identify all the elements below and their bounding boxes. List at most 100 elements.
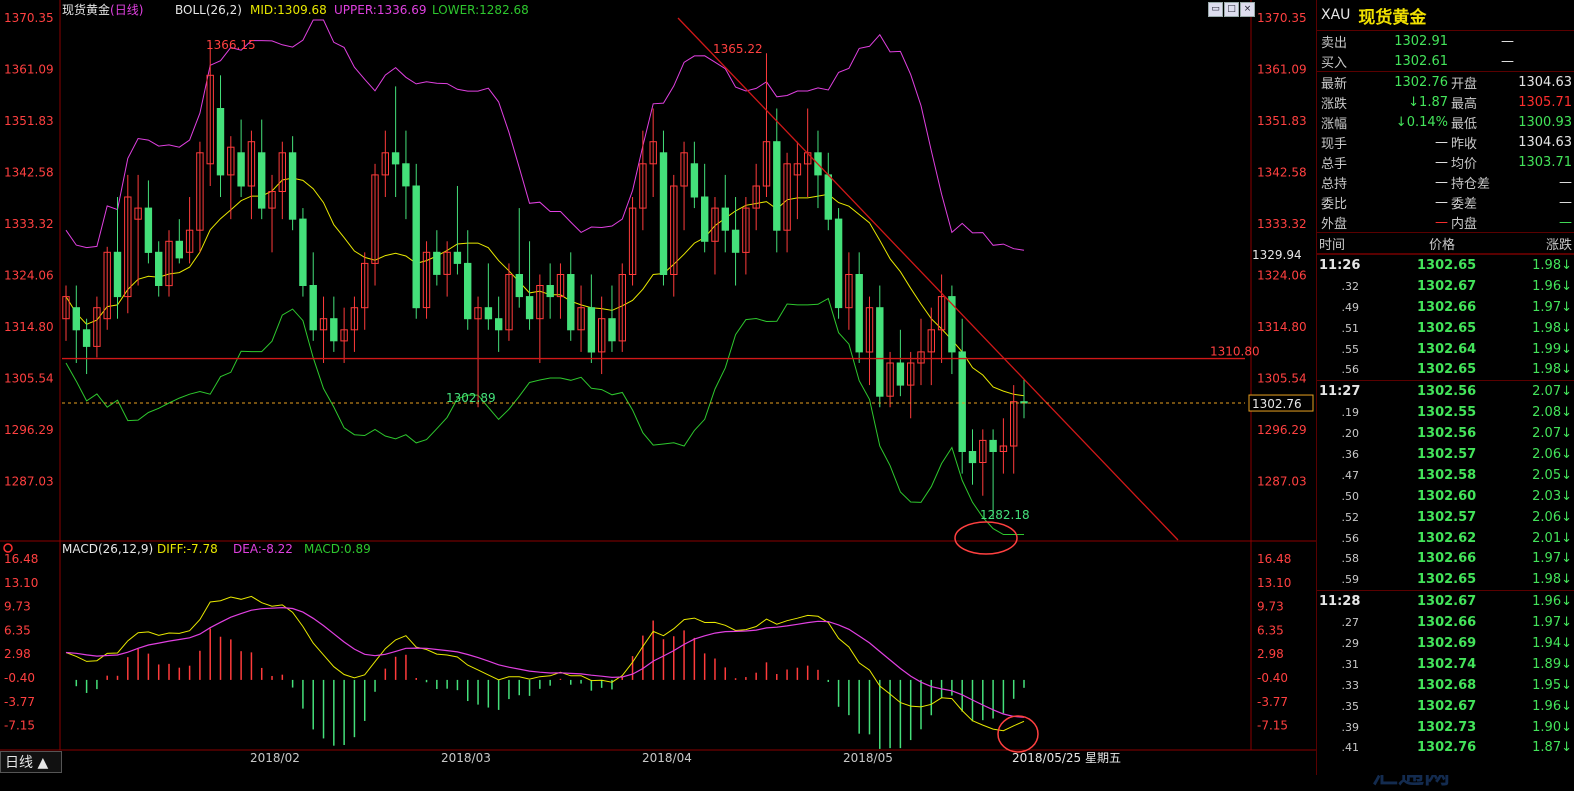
macd-diff: DIFF:-7.78 — [157, 542, 218, 556]
candle-down — [258, 152, 266, 209]
tick-time: .51 — [1341, 321, 1360, 335]
tick-change: 1.97↓ — [1532, 299, 1572, 315]
high-annotation-1: 1366.15 — [206, 38, 256, 52]
tick-change: 1.98↓ — [1532, 362, 1572, 378]
candle-down — [82, 329, 91, 347]
macd-tick-label-left: 6.35 — [4, 623, 31, 637]
tick-row: .33 1302.68 1.95↓ — [1317, 675, 1574, 696]
macd-tick-label-right: 6.35 — [1257, 623, 1284, 637]
tick-time: .29 — [1341, 636, 1360, 650]
tick-time: 11:27 — [1319, 384, 1361, 400]
tick-row: 11:28 1302.67 1.96↓ — [1317, 590, 1574, 612]
price-chart[interactable]: 现货黄金(日线) BOLL(26,2) MID:1309.68 UPPER:13… — [0, 0, 1316, 775]
candle-down — [567, 274, 575, 331]
candle-down — [948, 296, 956, 353]
tick-change: 1.95↓ — [1532, 677, 1572, 693]
macd-tick-label-right: -3.77 — [1257, 695, 1288, 709]
tick-time: 11:28 — [1319, 594, 1361, 610]
quote-value: 1300.93 — [1518, 114, 1572, 130]
tick-price: 1302.67 — [1417, 698, 1477, 714]
tick-time: .32 — [1341, 279, 1360, 293]
tick-change: 1.98↓ — [1532, 257, 1572, 273]
candle-down — [113, 251, 122, 298]
low-annotation-1: 1302.89 — [446, 391, 496, 405]
tick-time: .35 — [1341, 699, 1360, 713]
buy-row: 买入 1302.61 — — [1321, 53, 1514, 71]
tick-price: 1302.56 — [1417, 426, 1477, 442]
chart-area[interactable]: 现货黄金(日线) BOLL(26,2) MID:1309.68 UPPER:13… — [0, 0, 1464, 790]
quote-label: 最低 — [1451, 116, 1478, 132]
tick-price: 1302.66 — [1417, 551, 1477, 567]
tick-price: 1302.67 — [1417, 594, 1477, 610]
period-selector-button[interactable]: 日线 ▲ — [0, 751, 62, 773]
quote-label: 均价 — [1451, 156, 1478, 172]
tick-change: 1.99↓ — [1532, 341, 1572, 357]
quote-value: — — [1559, 174, 1572, 190]
current-price-label: 1302.76 — [1252, 397, 1302, 411]
symbol-name: 现货黄金 — [1358, 7, 1427, 28]
tick-price: 1302.66 — [1417, 615, 1477, 631]
tick-time: .56 — [1341, 531, 1360, 545]
tick-change: 2.01↓ — [1532, 530, 1572, 546]
box-value-label: 1329.94 — [1252, 248, 1302, 262]
macd-settings-icon[interactable] — [3, 543, 13, 553]
tick-time: .59 — [1341, 573, 1360, 587]
tick-price: 1302.69 — [1417, 635, 1477, 651]
tick-price: 1302.76 — [1417, 740, 1477, 756]
tick-row: .47 1302.58 2.05↓ — [1317, 465, 1574, 486]
price-tick-label-left: 1287.03 — [4, 475, 54, 489]
quote-panel: XAU 现货黄金 卖出 1302.91 — 买入 1302.61 — 最新 130… — [1316, 0, 1574, 775]
tick-change: 1.96↓ — [1532, 594, 1572, 610]
close-icon[interactable]: × — [1240, 2, 1255, 17]
candle-down — [309, 285, 317, 331]
restore-icon[interactable]: ▭ — [1208, 2, 1223, 17]
quote-label: 总持 — [1321, 176, 1348, 192]
candle-down — [412, 185, 420, 309]
tick-change: 2.05↓ — [1532, 467, 1572, 483]
tick-change: 1.89↓ — [1532, 656, 1572, 672]
quote-row: 涨幅 ↓0.14% 最低 1300.93 — [1317, 112, 1574, 132]
tick-price: 1302.73 — [1417, 719, 1477, 735]
macd-tick-label-left: 16.48 — [4, 552, 38, 566]
tick-change: 1.96↓ — [1532, 278, 1572, 294]
price-tick-label-left: 1342.58 — [4, 166, 54, 180]
tick-list[interactable]: 11:26 1302.65 1.98↓ .32 1302.67 1.96↓ .49 1302.… — [1317, 254, 1574, 758]
quote-value: — — [1435, 214, 1448, 230]
tick-price: 1302.56 — [1417, 384, 1477, 400]
maximize-icon[interactable]: □ — [1224, 2, 1239, 17]
boll-label: BOLL(26,2) — [175, 3, 242, 17]
candle-down — [525, 296, 534, 320]
quote-label: 最高 — [1451, 96, 1478, 112]
tick-row: .56 1302.62 2.01↓ — [1317, 528, 1574, 549]
price-tick-label-right: 1333.32 — [1257, 217, 1307, 231]
tick-price: 1302.74 — [1417, 656, 1477, 672]
buy-price: 1302.61 — [1394, 53, 1448, 69]
tick-time: .50 — [1341, 489, 1360, 503]
quote-value: 1304.63 — [1518, 74, 1572, 90]
candle-down — [546, 285, 554, 298]
tick-row: .51 1302.65 1.98↓ — [1317, 318, 1574, 339]
quote-label: 涨幅 — [1321, 116, 1348, 132]
quote-value: ↓1.87 — [1408, 94, 1448, 110]
price-tick-label-left: 1351.83 — [4, 114, 54, 128]
tick-time: .55 — [1341, 342, 1360, 356]
macd-tick-label-left: -3.77 — [4, 695, 35, 709]
tick-price: 1302.66 — [1417, 299, 1477, 315]
tick-change: 1.97↓ — [1532, 551, 1572, 567]
quote-label: 开盘 — [1451, 76, 1478, 92]
quote-row: 总手 — 均价 1303.71 — [1317, 152, 1574, 172]
candle-down — [288, 152, 297, 220]
tick-row: .56 1302.65 1.98↓ — [1317, 359, 1574, 380]
quote-value: — — [1435, 174, 1448, 190]
tick-row: .41 1302.76 1.87↓ — [1317, 737, 1574, 758]
resistance-label: 1310.80 — [1210, 345, 1260, 359]
candle-down — [391, 152, 400, 165]
tick-row: .31 1302.74 1.89↓ — [1317, 654, 1574, 675]
quote-label: 委比 — [1321, 196, 1348, 212]
candle-down — [216, 108, 225, 176]
low-annotation-2: 1282.18 — [980, 508, 1030, 522]
quote-title: XAU 现货黄金 — [1317, 0, 1574, 31]
tick-time: .49 — [1341, 300, 1360, 314]
quote-label: 持仓差 — [1451, 176, 1491, 192]
price-tick-label-right: 1324.06 — [1257, 269, 1307, 283]
